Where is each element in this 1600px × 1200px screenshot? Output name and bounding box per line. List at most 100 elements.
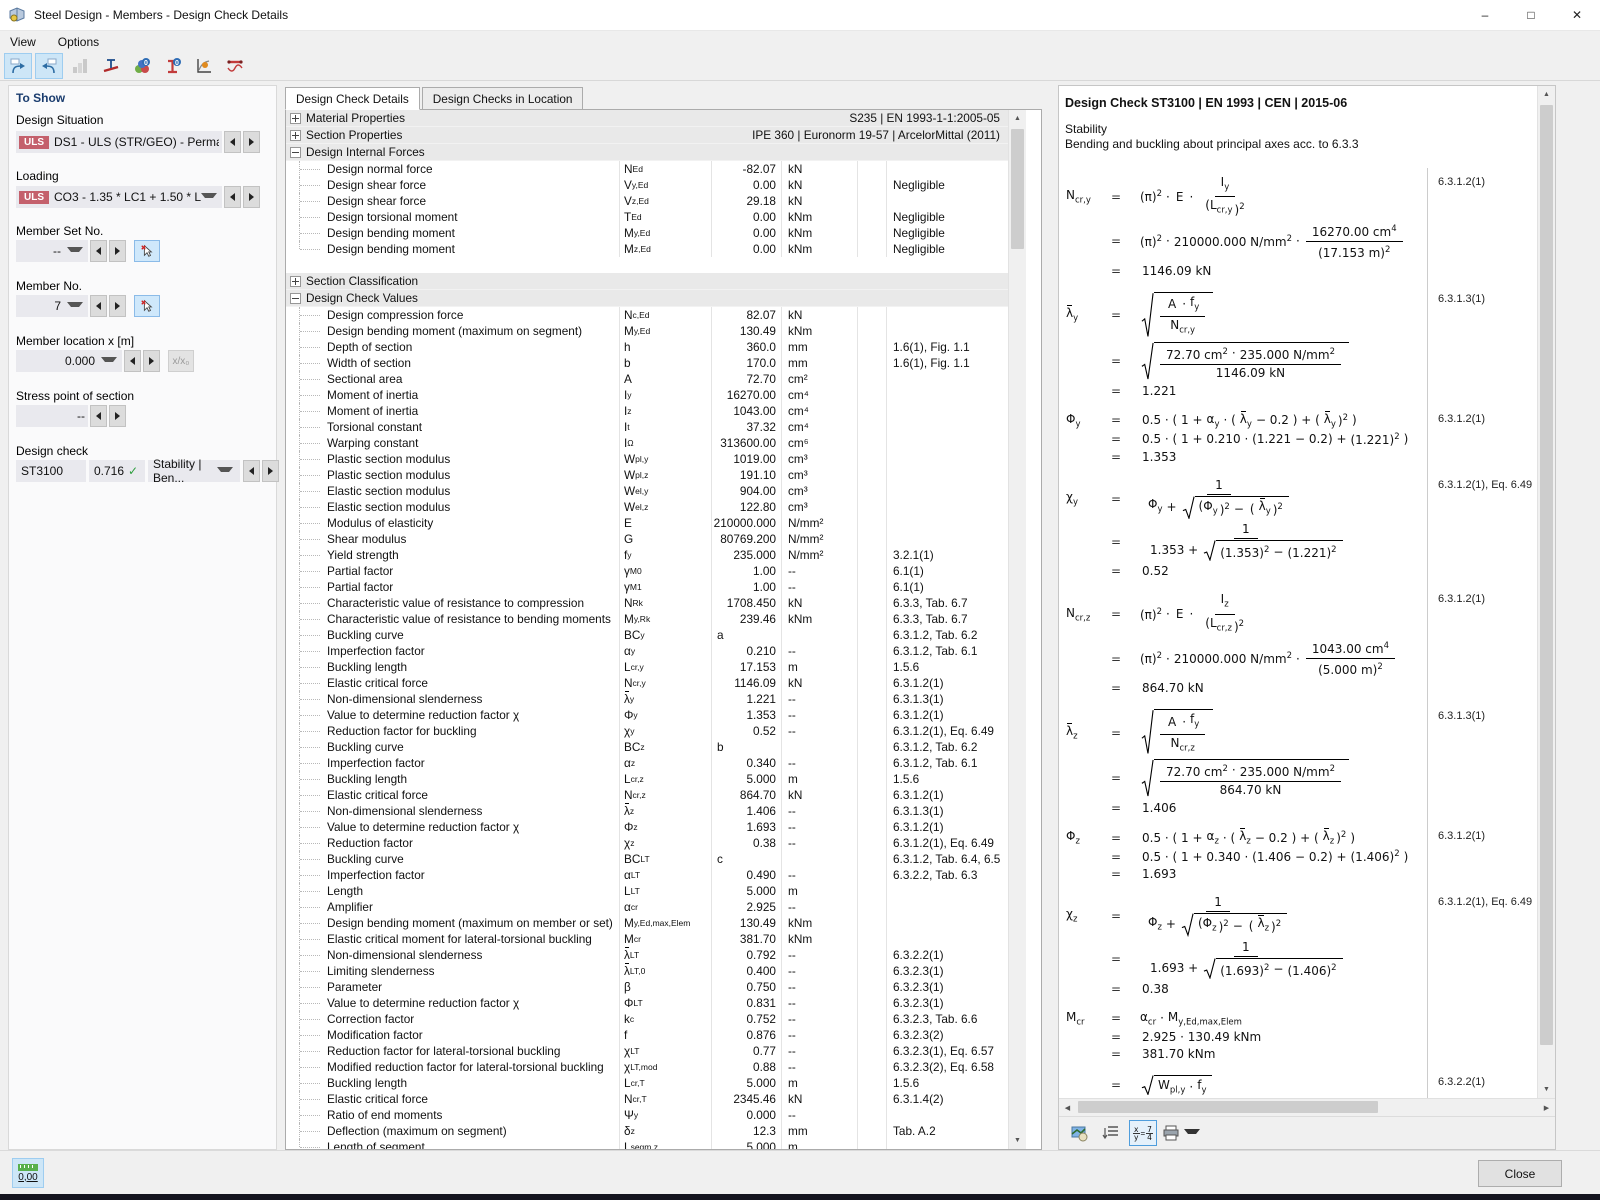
table-row[interactable]: Length of segment Lsegm,z 5.000 m [286, 1139, 1008, 1149]
member-pick-button[interactable] [134, 295, 160, 317]
table-row[interactable]: Design bending moment My,Ed 0.00 kNm Negligi… [286, 225, 1008, 241]
member-location-prev-button[interactable] [124, 350, 141, 372]
table-row[interactable]: Buckling curve BC z b 6.3.1.2, Tab. 6.2 [286, 739, 1008, 755]
jump-to-previous-button[interactable] [4, 53, 32, 79]
minimize-button[interactable]: – [1462, 0, 1508, 30]
table-row[interactable]: Buckling length Lcr,T 5.000 m 1.5.6 [286, 1075, 1008, 1091]
table-row[interactable]: Shear modulus G 80769.200 N/mm² [286, 531, 1008, 547]
tree-group-row[interactable]: Section Properties IPE 360 | Euronorm 19-… [286, 127, 1008, 144]
table-row[interactable]: Sectional area A 72.70 cm² [286, 371, 1008, 387]
stress-point-combo[interactable]: -- [16, 405, 88, 427]
table-row[interactable]: Design bending moment Mz,Ed 0.00 kNm Negligi… [286, 241, 1008, 257]
design-check-next-button[interactable] [262, 460, 279, 482]
close-button[interactable]: Close [1478, 1160, 1562, 1187]
table-row[interactable]: Ratio of end moments Ψy 0.000 -- [286, 1107, 1008, 1123]
table-row[interactable]: Elastic critical force Ncr,y 1146.09 kN 6.3.… [286, 675, 1008, 691]
expand-icon[interactable] [290, 292, 301, 304]
table-row[interactable]: Plastic section modulus Wpl,z 191.10 cm³ [286, 467, 1008, 483]
member-deflection-button[interactable] [221, 53, 249, 79]
expand-icon[interactable] [290, 112, 301, 124]
table-row[interactable]: Imperfection factor α z 0.340 -- 6.3.1.2, Tab… [286, 755, 1008, 771]
table-row[interactable]: Reduction factor for buckling χ y 0.52 -- 6.3… [286, 723, 1008, 739]
report-vertical-scrollbar[interactable]: ▲ ▼ [1537, 86, 1555, 1099]
table-row[interactable]: Width of section b 170.0 mm 1.6(1), Fig. 1.1 [286, 355, 1008, 371]
maximize-button[interactable]: □ [1508, 0, 1554, 30]
design-check-ratio[interactable]: 0.716 ✓ [89, 460, 145, 482]
menu-options[interactable]: Options [58, 35, 99, 49]
table-row[interactable]: Buckling length Lcr,z 5.000 m 1.5.6 [286, 771, 1008, 787]
table-row[interactable]: Non-dimensional slenderness λ z 1.406 -- 6.3.… [286, 803, 1008, 819]
table-row[interactable]: Reduction factor χ z 0.38 -- 6.3.1.2(1), Eq. … [286, 835, 1008, 851]
design-situation-prev-button[interactable] [224, 131, 241, 153]
table-row[interactable]: Design shear force Vy,Ed 0.00 kN Negligible [286, 177, 1008, 193]
member-set-next-button[interactable] [109, 240, 126, 262]
table-row[interactable]: Deflection (maximum on segment) δ z 12.3 mm T… [286, 1123, 1008, 1139]
table-row[interactable]: Design torsional moment T Ed 0.00 kNm Negligi… [286, 209, 1008, 225]
table-row[interactable]: Elastic section modulus Wel,z 122.80 cm³ [286, 499, 1008, 515]
table-row[interactable]: Non-dimensional slenderness λ LT 0.792 -- 6.3… [286, 947, 1008, 963]
design-check-type-combo[interactable]: Stability | Ben... [148, 457, 240, 485]
member-set-prev-button[interactable] [90, 240, 107, 262]
table-row[interactable]: Modulus of elasticity E 210000.000 N/mm² [286, 515, 1008, 531]
member-combo[interactable]: 7 [16, 295, 88, 317]
scroll-down-arrow[interactable]: ▼ [1538, 1081, 1555, 1098]
print-button[interactable] [1161, 1120, 1203, 1146]
table-row[interactable]: Partial factor γ M1 1.00 -- 6.1(1) [286, 579, 1008, 595]
table-row[interactable]: Elastic critical moment for lateral-tors… [286, 931, 1008, 947]
table-row[interactable]: Parameter β 0.750 -- 6.3.2.3(1) [286, 979, 1008, 995]
design-check-code[interactable]: ST3100 [16, 460, 86, 482]
table-row[interactable]: Depth of section h 360.0 mm 1.6(1), Fig. 1.1 [286, 339, 1008, 355]
result-diagrams-button[interactable] [66, 53, 94, 79]
loading-prev-button[interactable] [224, 186, 241, 208]
expand-icon[interactable] [290, 275, 301, 287]
expand-icon[interactable] [290, 129, 301, 141]
table-row[interactable]: Design bending moment (maximum on member… [286, 915, 1008, 931]
table-row[interactable]: Design shear force Vz,Ed 29.18 kN [286, 193, 1008, 209]
table-row[interactable]: Characteristic value of resistance to co… [286, 595, 1008, 611]
table-row[interactable]: Moment of inertia Iy 16270.00 cm⁴ [286, 387, 1008, 403]
table-row[interactable]: Characteristic value of resistance to be… [286, 611, 1008, 627]
scroll-right-arrow[interactable]: ▶ [1538, 1099, 1555, 1116]
table-row[interactable]: Modification factor f 0.876 -- 6.3.2.3(2) [286, 1027, 1008, 1043]
table-row[interactable]: Value to determine reduction factor χ Φy1… [286, 707, 1008, 723]
table-row[interactable]: Length L LT 5.000 m [286, 883, 1008, 899]
menu-view[interactable]: View [10, 35, 36, 49]
table-row[interactable]: Elastic critical force Ncr,T 2345.46 kN 6.3.… [286, 1091, 1008, 1107]
table-row[interactable]: Limiting slenderness λ LT,0 0.400 -- 6.3.2.3(… [286, 963, 1008, 979]
loading-next-button[interactable] [243, 186, 260, 208]
member-set-pick-button[interactable] [134, 240, 160, 262]
design-check-prev-button[interactable] [243, 460, 260, 482]
tree-group-row[interactable]: Material Properties S235 | EN 1993-1-1:20… [286, 110, 1008, 127]
table-row[interactable]: Elastic critical force Ncr,z 864.70 kN 6.3.1… [286, 787, 1008, 803]
stress-point-next-button[interactable] [109, 405, 126, 427]
jump-to-next-button[interactable] [35, 53, 63, 79]
tree-group-row[interactable]: Design Internal Forces [286, 144, 1008, 161]
vertical-scrollbar[interactable]: ▲ ▼ [1008, 110, 1026, 1149]
table-row[interactable]: Yield strength f y 235.000 N/mm² 3.2.1(1) [286, 547, 1008, 563]
loading-combo[interactable]: ULS CO3 - 1.35 * LC1 + 1.50 * LC2 + ... [16, 186, 222, 208]
table-row[interactable]: Plastic section modulus Wpl,y 1019.00 cm³ [286, 451, 1008, 467]
relative-location-button[interactable]: x/x₀ [168, 350, 194, 372]
formula-values-toggle-button[interactable]: xy = 74 [1129, 1120, 1157, 1147]
table-row[interactable]: Non-dimensional slenderness λ y 1.221 -- 6.3.… [286, 691, 1008, 707]
stress-point-prev-button[interactable] [90, 405, 107, 427]
table-row[interactable]: Warping constant I Ω 313600.00 cm⁶ [286, 435, 1008, 451]
table-row[interactable]: Design normal force N Ed -82.07 kN [286, 161, 1008, 177]
table-row[interactable]: Design compression force Nc,Ed 82.07 kN [286, 307, 1008, 323]
display-properties-button[interactable] [1065, 1120, 1093, 1146]
design-situation-combo[interactable]: ULS DS1 - ULS (STR/GEO) - Permanent ... [16, 131, 222, 153]
table-row[interactable]: Reduction factor for lateral-torsional b… [286, 1043, 1008, 1059]
table-row[interactable]: Buckling curve BC y a 6.3.1.2, Tab. 6.2 [286, 627, 1008, 643]
table-row[interactable]: Amplifier α cr 2.925 -- [286, 899, 1008, 915]
tree-group-row[interactable]: Section Classification [286, 273, 1008, 290]
scroll-up-arrow[interactable]: ▲ [1538, 86, 1555, 103]
decimal-places-button[interactable]: 0,00 [12, 1158, 44, 1188]
table-row[interactable]: Partial factor γ M0 1.00 -- 6.1(1) [286, 563, 1008, 579]
stress-point-diagram-button[interactable] [190, 53, 218, 79]
scrollbar-thumb[interactable] [1011, 129, 1024, 249]
table-row[interactable]: Value to determine reduction factor χ Φz1… [286, 819, 1008, 835]
member-location-next-button[interactable] [143, 350, 160, 372]
table-row[interactable]: Buckling curve BC LT c 6.3.1.2, Tab. 6.4, 6.… [286, 851, 1008, 867]
member-location-combo[interactable]: 0.000 [16, 350, 122, 372]
member-prev-button[interactable] [90, 295, 107, 317]
